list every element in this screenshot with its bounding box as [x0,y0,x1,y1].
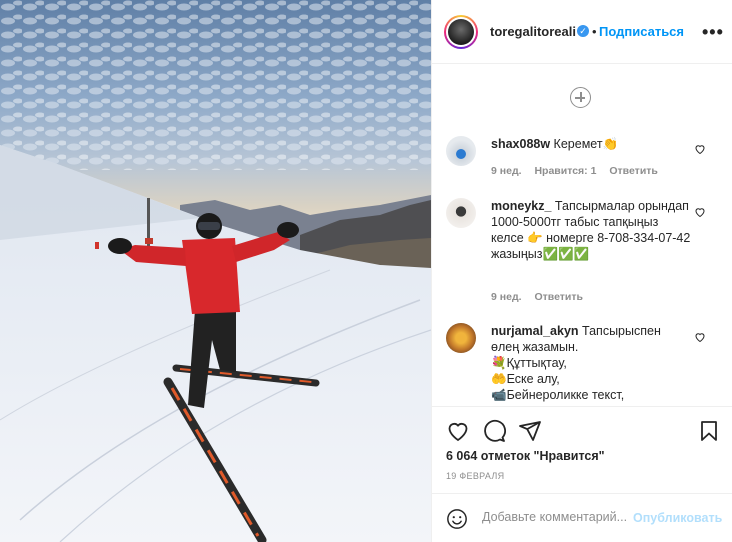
comment-bubble-icon[interactable] [482,419,506,443]
like-count[interactable]: 6 064 отметок "Нравится" [446,449,605,463]
comment-line: 💐Құттықтау, [491,356,567,370]
more-options-icon[interactable]: ••• [702,22,724,43]
post-header: toregalitoreali ✓ • Подписаться ••• [432,0,732,64]
comment-body: Керемет👏 [550,137,619,151]
author-avatar[interactable] [444,15,478,49]
emoji-icon[interactable] [446,508,468,530]
comment-username[interactable]: moneykz_ [491,199,551,213]
instagram-post-modal: toregalitoreali ✓ • Подписаться ••• shax… [0,0,732,542]
comment-username[interactable]: shax088w [491,137,550,151]
post-actions: 6 064 отметок "Нравится" 19 февраля Опуб… [432,406,732,542]
post-date: 19 февраля [446,471,505,481]
like-heart-icon[interactable] [446,419,470,443]
comment-like-heart-icon[interactable] [694,143,706,155]
comment-like-count[interactable]: Нравится: 1 [534,165,596,177]
bookmark-icon[interactable] [697,419,721,443]
comment-age: 9 нед. [491,291,522,303]
publish-button[interactable]: Опубликовать [633,511,722,525]
comment-reply-button[interactable]: Ответить [609,165,658,177]
add-comment-bar: Опубликовать [432,493,732,542]
comment-text: nurjamal_akyn Тапсырыспен өлең жазамын. … [491,323,691,403]
verified-badge-icon: ✓ [577,25,589,37]
comment-item: nurjamal_akyn Тапсырыспен өлең жазамын. … [446,323,716,403]
comment-like-heart-icon[interactable] [694,331,706,343]
follow-button[interactable]: Подписаться [599,24,684,39]
comment-line: 📹Бейнероликке текст, [491,388,625,402]
comment-meta: 9 нед. Нравится: 1 Ответить [491,165,668,177]
separator-dot: • [592,24,597,39]
ski-photo-illustration [0,0,431,542]
comment-text: moneykz_ Тапсырмалар орындап 1000-5000тг… [491,198,691,262]
post-photo[interactable] [0,0,431,542]
load-more-comments-icon[interactable] [570,87,591,108]
comment-username[interactable]: nurjamal_akyn [491,324,579,338]
comment-like-heart-icon[interactable] [694,206,706,218]
commenter-avatar[interactable] [446,136,476,166]
comment-line: 🤲Еске алу, [491,372,560,386]
comment-meta: 9 нед. Ответить [491,291,593,303]
add-comment-input[interactable] [482,510,632,524]
share-send-icon[interactable] [518,419,542,443]
commenter-avatar[interactable] [446,323,476,353]
author-username[interactable]: toregalitoreali [490,24,576,39]
commenter-avatar[interactable] [446,198,476,228]
comment-reply-button[interactable]: Ответить [534,291,583,303]
comment-text: shax088w Керемет👏 [491,136,691,152]
post-side-panel: toregalitoreali ✓ • Подписаться ••• shax… [431,0,732,542]
comment-age: 9 нед. [491,165,522,177]
